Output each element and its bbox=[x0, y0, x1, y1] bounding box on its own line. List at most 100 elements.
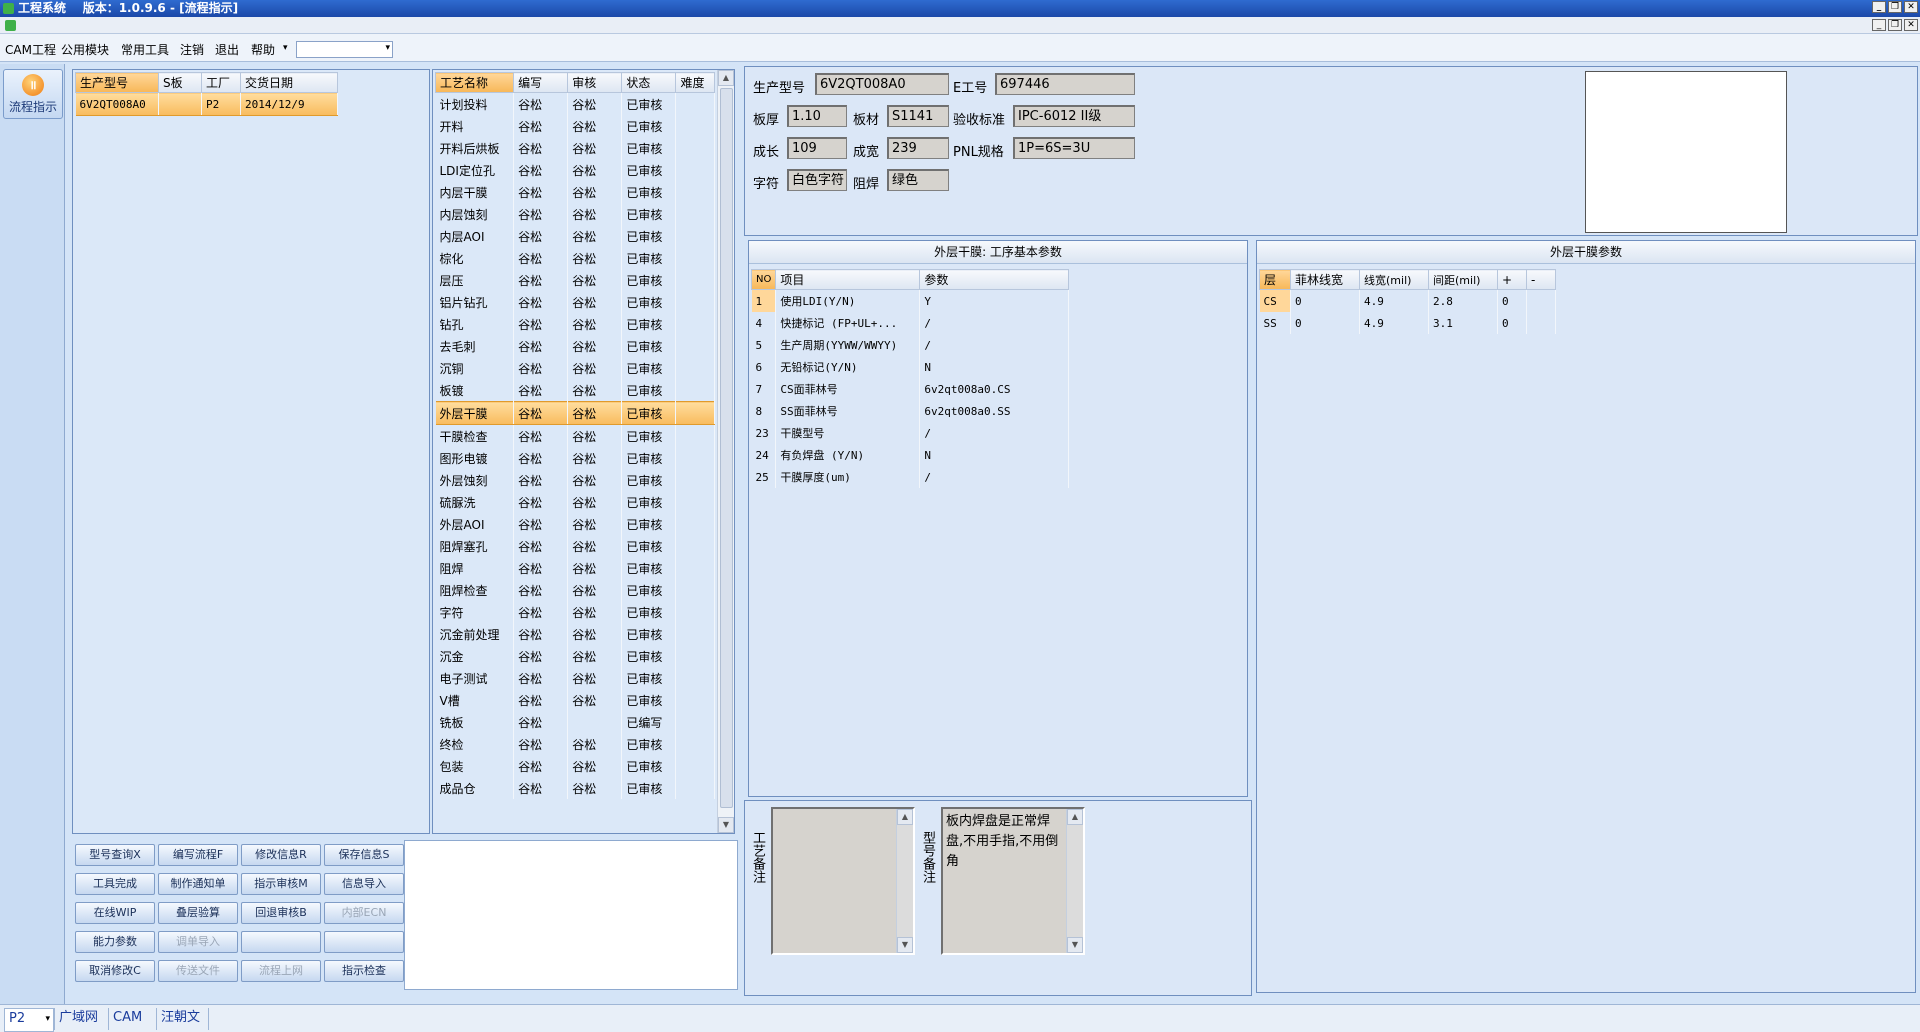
material-field[interactable]: S1141 bbox=[887, 105, 949, 127]
col-delivery-date[interactable]: 交货日期 bbox=[240, 72, 338, 93]
process-scrollbar[interactable]: ▲ ▼ bbox=[717, 70, 734, 833]
scroll-down-icon[interactable]: ▼ bbox=[1067, 937, 1083, 953]
col-value[interactable]: 参数 bbox=[919, 269, 1070, 290]
mdi-close-button[interactable]: ✕ bbox=[1904, 19, 1918, 31]
param-row[interactable]: 5 生产周期(YYWW/WWYY) / bbox=[751, 334, 1070, 356]
action-button[interactable]: 保存信息S bbox=[324, 844, 404, 866]
process-row[interactable]: 沉铜 谷松 谷松 已审核 bbox=[435, 357, 715, 379]
process-row[interactable]: 开料后烘板 谷松 谷松 已审核 bbox=[435, 137, 715, 159]
process-row[interactable]: 内层AOI 谷松 谷松 已审核 bbox=[435, 225, 715, 247]
restore-button[interactable]: ❐ bbox=[1888, 1, 1902, 13]
process-remark-scrollbar[interactable]: ▲ ▼ bbox=[896, 809, 913, 953]
scroll-down-icon[interactable]: ▼ bbox=[897, 937, 913, 953]
action-button[interactable]: 传送文件 bbox=[158, 960, 238, 982]
close-button[interactable]: ✕ bbox=[1904, 1, 1918, 13]
process-row[interactable]: 成品仓 谷松 谷松 已审核 bbox=[435, 777, 715, 799]
scroll-up-icon[interactable]: ▲ bbox=[897, 809, 913, 825]
col-layer[interactable]: 层 bbox=[1259, 269, 1291, 290]
param-row[interactable]: 6 无铅标记(Y/N) N bbox=[751, 356, 1070, 378]
process-row[interactable]: 钻孔 谷松 谷松 已审核 bbox=[435, 313, 715, 335]
process-row[interactable]: 内层蚀刻 谷松 谷松 已审核 bbox=[435, 203, 715, 225]
scroll-up-icon[interactable]: ▲ bbox=[1067, 809, 1083, 825]
film-row[interactable]: SS 0 4.9 3.1 0 bbox=[1259, 312, 1556, 334]
thickness-field[interactable]: 1.10 bbox=[787, 105, 847, 127]
action-button[interactable]: 流程上网 bbox=[241, 960, 321, 982]
action-button[interactable]: 能力参数 bbox=[75, 931, 155, 953]
table-row[interactable]: 6V2QT008A0 P2 2014/12/9 bbox=[75, 92, 338, 116]
col-item[interactable]: 项目 bbox=[775, 269, 921, 290]
action-button[interactable]: 信息导入 bbox=[324, 873, 404, 895]
action-button[interactable]: 制作通知单 bbox=[158, 873, 238, 895]
length-field[interactable]: 109 bbox=[787, 137, 847, 159]
process-row[interactable]: 沉金前处理 谷松 谷松 已审核 bbox=[435, 623, 715, 645]
nav-flow-instruction-button[interactable]: ॥ 流程指示 bbox=[3, 69, 63, 119]
process-row[interactable]: 图形电镀 谷松 谷松 已审核 bbox=[435, 447, 715, 469]
col-model[interactable]: 生产型号 bbox=[75, 72, 159, 93]
col-no[interactable]: NO bbox=[750, 269, 777, 290]
chevron-down-icon[interactable]: ▾ bbox=[385, 43, 390, 53]
process-row[interactable]: 外层干膜 谷松 谷松 已审核 bbox=[435, 401, 715, 425]
param-row[interactable]: 25 干膜厚度(um) / bbox=[751, 466, 1070, 488]
action-button[interactable]: 内部ECN bbox=[324, 902, 404, 924]
col-film-width[interactable]: 菲林线宽 bbox=[1290, 269, 1360, 290]
process-row[interactable]: 板镀 谷松 谷松 已审核 bbox=[435, 379, 715, 402]
process-row[interactable]: 计划投料 谷松 谷松 已审核 bbox=[435, 92, 715, 115]
scroll-up-icon[interactable]: ▲ bbox=[718, 70, 734, 86]
col-spacing[interactable]: 间距(mil) bbox=[1428, 269, 1498, 290]
process-row[interactable]: LDI定位孔 谷松 谷松 已审核 bbox=[435, 159, 715, 181]
param-row[interactable]: 8 SS面菲林号 6v2qt008a0.SS bbox=[751, 400, 1070, 422]
process-row[interactable]: 终检 谷松 谷松 已审核 bbox=[435, 733, 715, 755]
process-row[interactable]: 开料 谷松 谷松 已审核 bbox=[435, 115, 715, 137]
col-s-board[interactable]: S板 bbox=[158, 72, 202, 93]
model-remark-memo[interactable]: 板内焊盘是正常焊盘,不用手指,不用倒角 ▲ ▼ bbox=[941, 807, 1085, 955]
process-row[interactable]: 内层干膜 谷松 谷松 已审核 bbox=[435, 181, 715, 203]
minimize-button[interactable]: _ bbox=[1872, 1, 1886, 13]
process-row[interactable]: 铝片钻孔 谷松 谷松 已审核 bbox=[435, 291, 715, 313]
model-remark-scrollbar[interactable]: ▲ ▼ bbox=[1066, 809, 1083, 953]
menu-common-tools[interactable]: 常用工具 bbox=[121, 41, 169, 58]
process-row[interactable]: 阻焊塞孔 谷松 谷松 已审核 bbox=[435, 535, 715, 557]
param-row[interactable]: 4 快捷标记 (FP+UL+... / bbox=[751, 312, 1070, 334]
process-row[interactable]: 棕化 谷松 谷松 已审核 bbox=[435, 247, 715, 269]
chevron-down-icon[interactable]: ▾ bbox=[45, 1009, 50, 1029]
action-button[interactable]: 工具完成 bbox=[75, 873, 155, 895]
process-row[interactable]: 包装 谷松 谷松 已审核 bbox=[435, 755, 715, 777]
process-row[interactable]: 沉金 谷松 谷松 已审核 bbox=[435, 645, 715, 667]
col-difficulty[interactable]: 难度 bbox=[675, 72, 715, 93]
action-button[interactable]: 在线WIP bbox=[75, 902, 155, 924]
char-field[interactable]: 白色字符 bbox=[787, 169, 847, 191]
process-row[interactable]: 干膜检查 谷松 谷松 已审核 bbox=[435, 424, 715, 447]
standard-field[interactable]: IPC-6012 II级 bbox=[1013, 105, 1135, 127]
col-minus[interactable]: - bbox=[1526, 269, 1556, 290]
process-row[interactable]: 外层蚀刻 谷松 谷松 已审核 bbox=[435, 469, 715, 491]
width-field[interactable]: 239 bbox=[887, 137, 949, 159]
eno-field[interactable]: 697446 bbox=[995, 73, 1135, 95]
col-factory[interactable]: 工厂 bbox=[201, 72, 241, 93]
action-button[interactable]: 型号查询X bbox=[75, 844, 155, 866]
menu-cam-project[interactable]: CAM工程 bbox=[5, 41, 56, 58]
action-button[interactable]: 指示检查 bbox=[324, 960, 404, 982]
action-button[interactable] bbox=[324, 931, 404, 953]
help-dropdown-icon[interactable]: ▾ bbox=[283, 43, 288, 53]
process-remark-memo[interactable]: ▲ ▼ bbox=[771, 807, 915, 955]
menu-combo-box[interactable]: ▾ bbox=[296, 41, 393, 58]
process-row[interactable]: 阻焊 谷松 谷松 已审核 bbox=[435, 557, 715, 579]
process-row[interactable]: 层压 谷松 谷松 已审核 bbox=[435, 269, 715, 291]
process-row[interactable]: 去毛刺 谷松 谷松 已审核 bbox=[435, 335, 715, 357]
param-row[interactable]: 7 CS面菲林号 6v2qt008a0.CS bbox=[751, 378, 1070, 400]
col-status[interactable]: 状态 bbox=[621, 72, 677, 93]
param-row[interactable]: 24 有负焊盘 (Y/N) N bbox=[751, 444, 1070, 466]
param-row[interactable]: 23 干膜型号 / bbox=[751, 422, 1070, 444]
process-row[interactable]: 硫脲洗 谷松 谷松 已审核 bbox=[435, 491, 715, 513]
factory-combo[interactable]: P2 ▾ bbox=[4, 1008, 54, 1032]
process-row[interactable]: 阻焊检查 谷松 谷松 已审核 bbox=[435, 579, 715, 601]
col-plus[interactable]: + bbox=[1497, 269, 1527, 290]
action-button[interactable] bbox=[241, 931, 321, 953]
process-row[interactable]: 外层AOI 谷松 谷松 已审核 bbox=[435, 513, 715, 535]
action-button[interactable]: 编写流程F bbox=[158, 844, 238, 866]
param-row[interactable]: 1 使用LDI(Y/N) Y bbox=[751, 289, 1070, 312]
mdi-minimize-button[interactable]: _ bbox=[1872, 19, 1886, 31]
col-writer[interactable]: 编写 bbox=[513, 72, 569, 93]
scroll-thumb[interactable] bbox=[720, 88, 733, 808]
menu-common-module[interactable]: 公用模块 bbox=[61, 41, 109, 58]
